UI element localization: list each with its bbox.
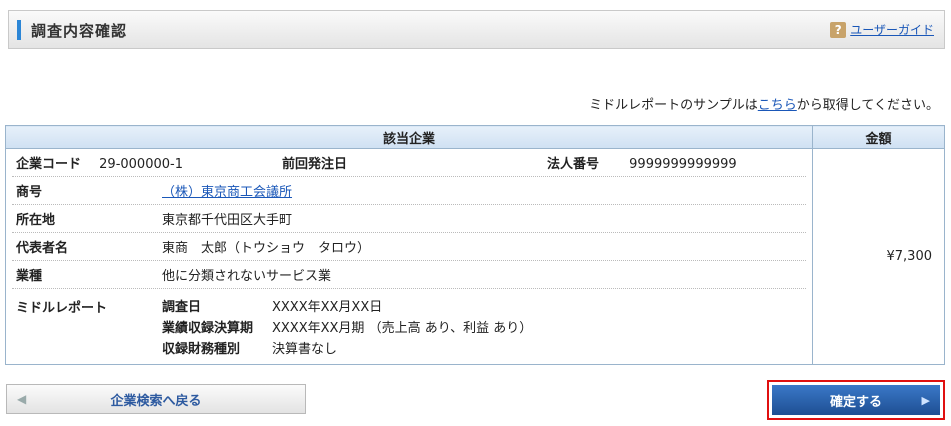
confirm-button-label: 確定する	[829, 394, 882, 410]
last-order-label: 前回発注日	[282, 157, 348, 172]
notice-prefix: ミドルレポートのサンプルは	[589, 98, 758, 113]
user-guide[interactable]: ? ユーザーガイド	[830, 21, 934, 38]
last-order-cell: 前回発注日	[282, 153, 547, 172]
representative-label: 代表者名	[16, 241, 69, 256]
row-representative: 代表者名 東商 太郎（トウショウ タロウ）	[12, 233, 806, 261]
corp-number-value: 9999999999999	[629, 157, 737, 172]
question-icon: ?	[830, 21, 847, 38]
fin-type-label: 収録財務種別	[162, 342, 241, 357]
confirm-highlight: 確定する ▶	[767, 380, 945, 420]
back-to-search-button[interactable]: ◀ 企業検索へ戻る	[6, 384, 306, 414]
page-title: 調査内容確認	[31, 22, 128, 40]
company-code-cell: 企業コード 29-000000-1	[12, 153, 282, 172]
survey-date-row: 調査日 XXXX年XX月XX日	[162, 295, 806, 316]
amount-value: ¥7,300	[812, 148, 945, 365]
results-label: 業績収録決算期	[162, 321, 254, 336]
survey-date-label: 調査日	[162, 300, 202, 315]
corp-number-cell: 法人番号 9999999999999	[547, 153, 737, 172]
row-company-code: 企業コード 29-000000-1 前回発注日 法人番号 99999999999…	[12, 149, 806, 177]
notice-suffix: から取得してください。	[796, 98, 939, 113]
results-value: XXXX年XX月期 （売上高 あり、利益 あり）	[272, 321, 533, 336]
middle-report-label: ミドルレポート	[16, 301, 108, 316]
industry-value: 他に分類されないサービス業	[162, 269, 332, 284]
industry-label: 業種	[16, 269, 43, 284]
header-accent-bar	[17, 20, 21, 40]
col-company-header: 該当企業	[5, 125, 813, 149]
col-amount-header: 金額	[812, 125, 945, 149]
fin-type-value: 決算書なし	[272, 342, 338, 357]
trade-name-label: 商号	[16, 185, 43, 200]
back-button-label: 企業検索へ戻る	[110, 393, 202, 409]
confirm-button[interactable]: 確定する ▶	[772, 385, 940, 415]
sample-link[interactable]: こちら	[758, 98, 797, 113]
page-header: 調査内容確認 ? ユーザーガイド	[8, 10, 945, 49]
user-guide-link[interactable]: ユーザーガイド	[850, 21, 934, 38]
representative-value: 東商 太郎（トウショウ タロウ）	[162, 241, 371, 256]
address-label: 所在地	[16, 213, 56, 228]
middle-report-details: 調査日 XXXX年XX月XX日 業績収録決算期 XXXX年XX月期 （売上高 あ…	[162, 295, 806, 358]
company-code-label: 企業コード	[16, 157, 82, 172]
row-middle-report: ミドルレポート 調査日 XXXX年XX月XX日 業績収録決算期 XXXX年XX月…	[12, 289, 806, 364]
fin-type-row: 収録財務種別 決算書なし	[162, 337, 806, 358]
results-row: 業績収録決算期 XXXX年XX月期 （売上高 あり、利益 あり）	[162, 316, 806, 337]
company-details: 企業コード 29-000000-1 前回発注日 法人番号 99999999999…	[5, 148, 813, 365]
row-trade-name: 商号 （株）東京商工会議所	[12, 177, 806, 205]
survey-date-value: XXXX年XX月XX日	[272, 300, 383, 315]
corp-number-label: 法人番号	[547, 157, 600, 172]
company-code-value: 29-000000-1	[99, 157, 183, 172]
row-industry: 業種 他に分類されないサービス業	[12, 261, 806, 289]
row-address: 所在地 東京都千代田区大手町	[12, 205, 806, 233]
chevron-right-icon: ▶	[921, 393, 930, 407]
chevron-left-icon: ◀	[17, 392, 27, 406]
company-table: 該当企業 金額 企業コード 29-000000-1 前回発注日 法人番号 999…	[5, 125, 945, 365]
address-value: 東京都千代田区大手町	[162, 213, 293, 228]
trade-name-link[interactable]: （株）東京商工会議所	[162, 185, 292, 200]
sample-notice: ミドルレポートのサンプルはこちらから取得してください。	[589, 94, 939, 113]
